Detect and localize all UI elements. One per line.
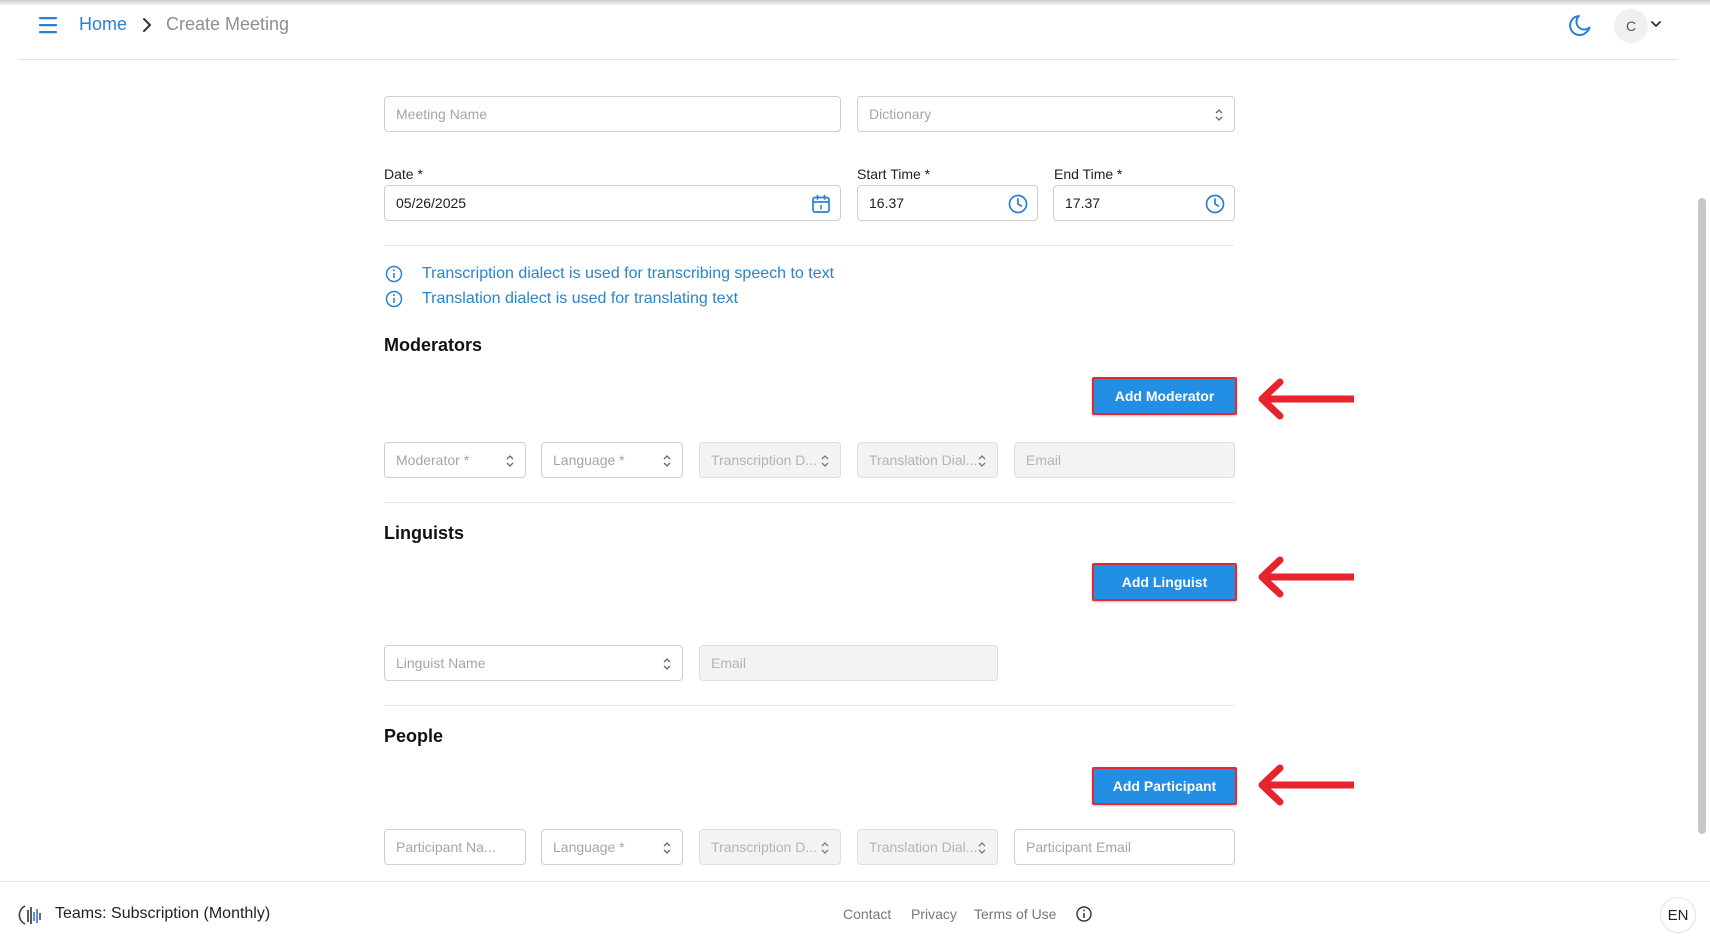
footer-link-terms[interactable]: Terms of Use xyxy=(974,906,1056,922)
linguists-title: Linguists xyxy=(384,523,464,543)
add-moderator-button[interactable]: Add Moderator xyxy=(1092,377,1237,415)
meeting-name-input[interactable]: Meeting Name xyxy=(384,96,841,132)
clock-icon[interactable] xyxy=(1204,193,1226,215)
date-label: Date * xyxy=(384,166,423,182)
people-title: People xyxy=(384,726,444,746)
translation-placeholder: Translation Dial... xyxy=(869,452,978,468)
linguist-name-select[interactable]: Linguist Name xyxy=(384,645,683,681)
moon-icon[interactable] xyxy=(1568,12,1594,38)
end-time-value: 17.37 xyxy=(1065,195,1101,211)
end-time-input[interactable]: 17.37 xyxy=(1053,185,1235,221)
transcription-info-text: Transcription dialect is used for transc… xyxy=(422,265,835,282)
participant-name-placeholder: Participant Na... xyxy=(396,839,496,855)
app-header: Home Create Meeting C xyxy=(0,0,1710,60)
sort-updown-icon xyxy=(663,842,671,854)
header-divider xyxy=(18,59,1678,60)
start-time-label: Start Time * xyxy=(857,166,931,182)
participant-name-field[interactable]: Participant Na... xyxy=(384,829,526,865)
calendar-icon[interactable] xyxy=(810,193,832,215)
moderator-placeholder: Moderator * xyxy=(396,452,470,468)
annotation-arrow-icon xyxy=(1258,556,1354,598)
translation-info-text: Translation dialect is used for translat… xyxy=(422,290,739,307)
hamburger-icon[interactable] xyxy=(36,14,62,36)
language-switch-button[interactable]: EN xyxy=(1660,897,1696,933)
moderator-translation-dialect-select[interactable]: Translation Dial... xyxy=(857,442,998,478)
end-time-label: End Time * xyxy=(1054,166,1123,182)
dictionary-select[interactable]: Dictionary xyxy=(857,96,1235,132)
participant-language-placeholder: Language * xyxy=(553,839,625,855)
footer-link-privacy[interactable]: Privacy xyxy=(911,906,957,922)
footer-divider xyxy=(0,881,1710,882)
section-divider xyxy=(384,705,1234,706)
add-linguist-button[interactable]: Add Linguist xyxy=(1092,563,1237,601)
date-input[interactable]: 05/26/2025 xyxy=(384,185,841,221)
participant-transcription-dialect-select[interactable]: Transcription D... xyxy=(699,829,841,865)
info-icon[interactable] xyxy=(1075,905,1093,923)
breadcrumb-home[interactable]: Home xyxy=(79,14,127,35)
sort-updown-icon xyxy=(663,455,671,467)
info-icon xyxy=(385,290,403,308)
transcription-placeholder: Transcription D... xyxy=(711,452,818,468)
chevron-down-icon[interactable] xyxy=(1649,17,1663,31)
add-participant-button[interactable]: Add Participant xyxy=(1092,767,1237,805)
clock-icon[interactable] xyxy=(1007,193,1029,215)
participant-transcription-placeholder: Transcription D... xyxy=(711,839,818,855)
dictionary-placeholder: Dictionary xyxy=(869,106,932,122)
moderators-title: Moderators xyxy=(384,335,483,355)
sort-updown-icon xyxy=(821,455,829,467)
sort-updown-icon xyxy=(1215,109,1223,121)
footer-link-contact[interactable]: Contact xyxy=(843,906,891,922)
linguist-name-placeholder: Linguist Name xyxy=(396,655,486,671)
sort-updown-icon xyxy=(978,842,986,854)
participant-email-placeholder: Participant Email xyxy=(1026,839,1132,855)
sort-updown-icon xyxy=(663,658,671,670)
section-divider xyxy=(384,502,1234,503)
linguist-email-placeholder: Email xyxy=(711,655,747,671)
annotation-arrow-icon xyxy=(1258,378,1354,420)
sort-updown-icon xyxy=(978,455,986,467)
annotation-arrow-icon xyxy=(1258,764,1354,806)
participant-email-field[interactable]: Participant Email xyxy=(1014,829,1235,865)
participant-translation-placeholder: Translation Dial... xyxy=(869,839,978,855)
moderator-email-field[interactable]: Email xyxy=(1014,442,1235,478)
email-placeholder: Email xyxy=(1026,452,1062,468)
start-time-value: 16.37 xyxy=(869,195,905,211)
start-time-input[interactable]: 16.37 xyxy=(857,185,1038,221)
chevron-right-icon xyxy=(143,18,151,32)
scrollbar[interactable] xyxy=(1698,198,1706,834)
language-placeholder: Language * xyxy=(553,452,625,468)
moderator-language-select[interactable]: Language * xyxy=(541,442,683,478)
section-divider xyxy=(384,245,1234,246)
meeting-name-placeholder: Meeting Name xyxy=(396,106,488,122)
app-logo-icon xyxy=(18,905,41,925)
moderator-select[interactable]: Moderator * xyxy=(384,442,526,478)
participant-translation-dialect-select[interactable]: Translation Dial... xyxy=(857,829,998,865)
sort-updown-icon xyxy=(821,842,829,854)
linguist-email-field[interactable]: Email xyxy=(699,645,998,681)
info-icon xyxy=(385,265,403,283)
sort-updown-icon xyxy=(506,455,514,467)
moderator-transcription-dialect-select[interactable]: Transcription D... xyxy=(699,442,841,478)
participant-language-select[interactable]: Language * xyxy=(541,829,683,865)
avatar[interactable]: C xyxy=(1614,9,1648,43)
date-value: 05/26/2025 xyxy=(396,195,467,211)
translation-info: Translation dialect is used for translat… xyxy=(384,289,738,309)
subscription-label: Teams: Subscription (Monthly) xyxy=(55,905,271,922)
transcription-info: Transcription dialect is used for transc… xyxy=(384,264,834,284)
breadcrumb-current: Create Meeting xyxy=(166,14,290,34)
